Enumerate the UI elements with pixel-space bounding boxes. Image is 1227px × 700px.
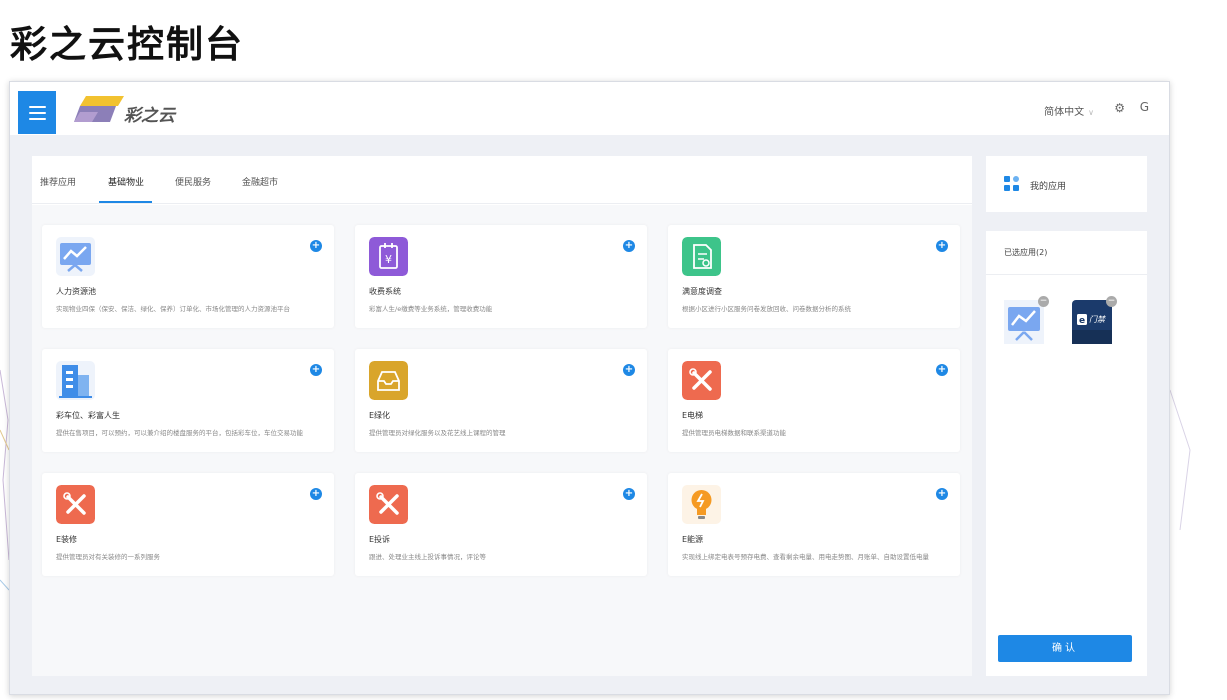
add-app-button[interactable]: + — [623, 240, 635, 252]
gear-icon[interactable]: ⚙ — [1114, 101, 1125, 115]
app-description: 彩富人生/e缴费等业务系统，管理收费功能 — [369, 305, 493, 313]
top-bar: 彩之云 简体中文 ∨ ⚙ G — [10, 82, 1169, 135]
bulb-icon — [682, 485, 721, 524]
tab-basic-property[interactable]: 基础物业 — [108, 175, 144, 188]
svg-text:e: e — [1079, 316, 1085, 326]
yen-doc-icon: ¥ — [369, 237, 408, 276]
app-card-hr-pool[interactable]: + 人力资源池 实现物业四保（保安、保洁、绿化、保养）订单化、市场化管理的人力资… — [42, 225, 334, 328]
app-description: 提供管理员电梯数据和联系渠道功能 — [682, 429, 786, 437]
app-description: 根据小区进行小区服务问卷发放回收、问卷数据分析的系统 — [682, 305, 851, 313]
app-description: 提供管理员对有关装修的一系列服务 — [56, 553, 160, 561]
app-card-e-complaint[interactable]: + E投诉 跟进、处理业主线上投诉事情况，评论等 — [355, 473, 647, 576]
app-name: 满意度调查 — [682, 287, 722, 296]
app-card-e-renovation[interactable]: + E装修 提供管理员对有关装修的一系列服务 — [42, 473, 334, 576]
chevron-down-icon: ∨ — [1088, 108, 1094, 117]
app-description: 实现线上绑定电表号预存电费、查看剩余电量、用电走势图、月账单、自助设置低电量 — [682, 553, 929, 561]
app-card-e-energy[interactable]: + E能源 实现线上绑定电表号预存电费、查看剩余电量、用电走势图、月账单、自助设… — [668, 473, 960, 576]
inbox-icon — [369, 361, 408, 400]
add-app-button[interactable]: + — [310, 488, 322, 500]
main-panel: 推荐应用 基础物业 便民服务 金融超市 + 人力资源池 实现物业四保（保安、保洁… — [32, 156, 972, 676]
add-app-button[interactable]: + — [936, 364, 948, 376]
language-label: 简体中文 — [1044, 107, 1085, 118]
app-description: 提供在售项目，可以预约，可以兼介绍的楼盘服务的平台，包括彩车位，车位交易功能 — [56, 429, 303, 437]
tab-bar: 推荐应用 基础物业 便民服务 金融超市 — [32, 156, 972, 204]
active-tab-indicator — [99, 201, 152, 203]
my-apps-label: 我的应用 — [1030, 182, 1067, 192]
confirm-button[interactable]: 确认 — [998, 635, 1132, 662]
building-icon — [56, 361, 95, 400]
add-app-button[interactable]: + — [936, 240, 948, 252]
chart-board-icon — [1004, 300, 1044, 344]
app-name: E投诉 — [369, 535, 391, 544]
door-access-label: 门禁 — [1089, 315, 1105, 324]
selected-apps-count: 已选应用(2) — [1004, 248, 1048, 257]
logo-text: 彩之云 — [124, 106, 175, 126]
app-name: E电梯 — [682, 411, 704, 420]
app-description: 提供管理员对绿化服务以及花艺线上课程的管理 — [369, 429, 506, 437]
apps-grid-icon — [1004, 176, 1019, 191]
console-window: 彩之云 简体中文 ∨ ⚙ G 推荐应用 基础物业 便民服务 金融超市 + 人力资源… — [9, 81, 1170, 695]
svg-text:¥: ¥ — [385, 253, 392, 266]
app-grid: + 人力资源池 实现物业四保（保安、保洁、绿化、保养）订单化、市场化管理的人力资… — [32, 205, 972, 676]
selected-apps-panel: 已选应用(2) − e 门禁 − 确认 — [986, 231, 1147, 676]
selected-app-hr-pool[interactable]: − — [1004, 296, 1049, 344]
app-name: E装修 — [56, 535, 78, 544]
tools-icon — [369, 485, 408, 524]
app-description: 跟进、处理业主线上投诉事情况，评论等 — [369, 553, 486, 561]
app-name: 彩车位、彩富人生 — [56, 411, 120, 420]
add-app-button[interactable]: + — [936, 488, 948, 500]
app-description: 实现物业四保（保安、保洁、绿化、保养）订单化、市场化管理的人力资源池平台 — [56, 305, 290, 313]
app-name: E绿化 — [369, 411, 391, 420]
hamburger-menu-button[interactable] — [18, 91, 56, 134]
tab-finance-market[interactable]: 金融超市 — [242, 175, 278, 188]
tab-convenience-services[interactable]: 便民服务 — [175, 175, 211, 188]
add-app-button[interactable]: + — [623, 364, 635, 376]
selected-app-door-access[interactable]: e 门禁 − — [1072, 296, 1117, 344]
selected-apps-header: 已选应用(2) — [986, 231, 1147, 275]
my-apps-panel[interactable]: 我的应用 — [986, 156, 1147, 212]
app-card-billing[interactable]: ¥ + 收费系统 彩富人生/e缴费等业务系统，管理收费功能 — [355, 225, 647, 328]
app-name: E能源 — [682, 535, 704, 544]
add-app-button[interactable]: + — [310, 240, 322, 252]
chart-board-icon — [56, 237, 95, 276]
app-card-satisfaction-survey[interactable]: + 满意度调查 根据小区进行小区服务问卷发放回收、问卷数据分析的系统 — [668, 225, 960, 328]
app-card-e-elevator[interactable]: + E电梯 提供管理员电梯数据和联系渠道功能 — [668, 349, 960, 452]
survey-icon — [682, 237, 721, 276]
tools-icon — [682, 361, 721, 400]
power-icon[interactable]: G — [1140, 100, 1149, 114]
tab-recommended[interactable]: 推荐应用 — [40, 175, 76, 188]
remove-app-button[interactable]: − — [1106, 296, 1117, 307]
add-app-button[interactable]: + — [623, 488, 635, 500]
app-card-e-greening[interactable]: + E绿化 提供管理员对绿化服务以及花艺线上课程的管理 — [355, 349, 647, 452]
app-card-parking[interactable]: + 彩车位、彩富人生 提供在售项目，可以预约，可以兼介绍的楼盘服务的平台，包括彩… — [42, 349, 334, 452]
tools-icon — [56, 485, 95, 524]
slide-title: 彩之云控制台 — [10, 23, 244, 66]
remove-app-button[interactable]: − — [1038, 296, 1049, 307]
app-name: 收费系统 — [369, 287, 401, 296]
add-app-button[interactable]: + — [310, 364, 322, 376]
language-selector[interactable]: 简体中文 ∨ — [1044, 103, 1094, 118]
app-name: 人力资源池 — [56, 287, 96, 296]
